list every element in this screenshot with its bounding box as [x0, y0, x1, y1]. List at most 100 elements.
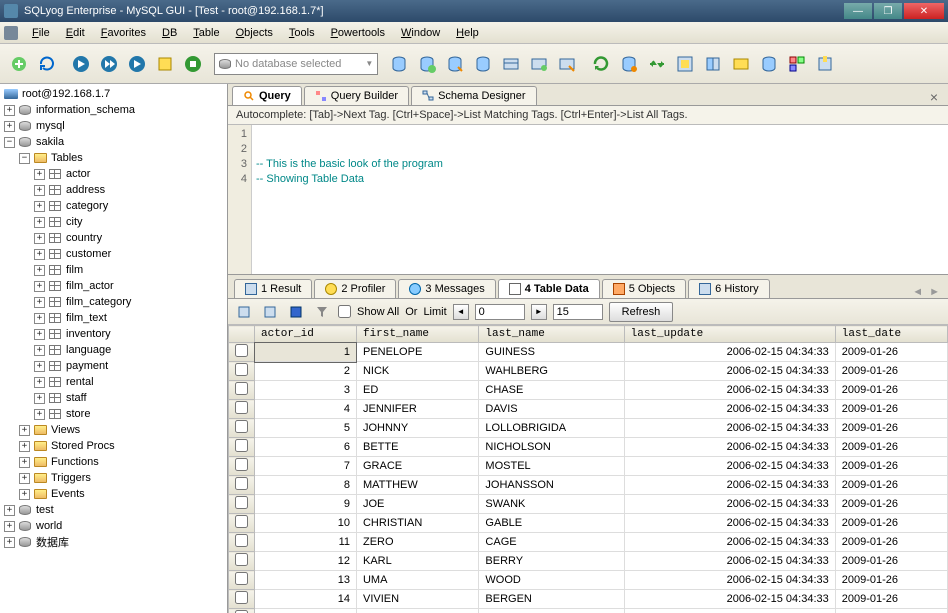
tree-toggle[interactable]: + [4, 121, 15, 132]
minimize-button[interactable]: — [844, 3, 872, 19]
cell[interactable]: CHRISTIAN [356, 514, 478, 533]
tree-table-category[interactable]: +category [0, 198, 227, 214]
cell[interactable]: CUBA [356, 609, 478, 613]
col-last_update[interactable]: last_update [624, 326, 835, 343]
cell[interactable]: 2006-02-15 04:34:33 [624, 419, 835, 438]
tree-toggle[interactable]: + [34, 281, 45, 292]
cell[interactable]: JENNIFER [356, 400, 478, 419]
export-button[interactable] [234, 302, 254, 322]
cell[interactable]: 2009-01-26 [835, 381, 947, 400]
tree-folder-views[interactable]: +Views [0, 422, 227, 438]
row-header[interactable] [229, 476, 255, 495]
tab-objects[interactable]: 5 Objects [602, 279, 686, 298]
table-row[interactable]: 3EDCHASE2006-02-15 04:34:332009-01-26 [229, 381, 948, 400]
col-last_name[interactable]: last_name [479, 326, 624, 343]
cell[interactable]: NICHOLSON [479, 438, 624, 457]
tab-query[interactable]: Query [232, 86, 302, 105]
cell[interactable]: 15 [255, 609, 357, 613]
tree-db-sakila[interactable]: −sakila [0, 134, 227, 150]
table-row[interactable]: 13UMAWOOD2006-02-15 04:34:332009-01-26 [229, 571, 948, 590]
tab-profiler[interactable]: 2 Profiler [314, 279, 396, 298]
cell[interactable]: 7 [255, 457, 357, 476]
tree-table-city[interactable]: +city [0, 214, 227, 230]
cell[interactable]: 2009-01-26 [835, 476, 947, 495]
cell[interactable]: 2006-02-15 04:34:33 [624, 457, 835, 476]
limit-from-input[interactable] [475, 304, 525, 320]
tab-result[interactable]: 1 Result [234, 279, 312, 298]
tree-toggle[interactable]: + [4, 105, 15, 116]
cell[interactable]: LOLLOBRIGIDA [479, 419, 624, 438]
tool-btn-7[interactable] [554, 51, 580, 77]
row-checkbox[interactable] [235, 553, 248, 566]
tree-table-inventory[interactable]: +inventory [0, 326, 227, 342]
cell[interactable]: 6 [255, 438, 357, 457]
table-row[interactable]: 9JOESWANK2006-02-15 04:34:332009-01-26 [229, 495, 948, 514]
tree-toggle[interactable]: + [19, 457, 30, 468]
limit-to-input[interactable] [553, 304, 603, 320]
tab-next-button[interactable]: ► [927, 286, 942, 298]
tree-toggle[interactable]: + [34, 313, 45, 324]
table-row[interactable]: 7GRACEMOSTEL2006-02-15 04:34:332009-01-2… [229, 457, 948, 476]
tab-history[interactable]: 6 History [688, 279, 769, 298]
row-header[interactable] [229, 590, 255, 609]
menu-tools[interactable]: Tools [281, 25, 323, 41]
cell[interactable]: 1 [255, 343, 357, 362]
cell[interactable]: ED [356, 381, 478, 400]
cell[interactable]: 13 [255, 571, 357, 590]
tool-btn-10[interactable] [644, 51, 670, 77]
cell[interactable]: BETTE [356, 438, 478, 457]
tree-table-film_text[interactable]: +film_text [0, 310, 227, 326]
table-row[interactable]: 10CHRISTIANGABLE2006-02-15 04:34:332009-… [229, 514, 948, 533]
tree-toggle[interactable]: + [4, 505, 15, 516]
cell[interactable]: 2009-01-26 [835, 362, 947, 381]
cell[interactable]: WOOD [479, 571, 624, 590]
row-header[interactable] [229, 343, 255, 362]
cell[interactable]: 2 [255, 362, 357, 381]
row-checkbox[interactable] [235, 420, 248, 433]
refresh-data-button[interactable]: Refresh [609, 302, 674, 322]
cell[interactable]: 3 [255, 381, 357, 400]
tab-table-data[interactable]: 4 Table Data [498, 279, 600, 298]
tool-btn-14[interactable] [756, 51, 782, 77]
tool-btn-16[interactable] [812, 51, 838, 77]
tree-toggle[interactable]: + [34, 169, 45, 180]
tab-schema-designer[interactable]: Schema Designer [411, 86, 536, 105]
cell[interactable]: 14 [255, 590, 357, 609]
tree-db-world[interactable]: +world [0, 518, 227, 534]
table-row[interactable]: 11ZEROCAGE2006-02-15 04:34:332009-01-26 [229, 533, 948, 552]
row-checkbox[interactable] [235, 439, 248, 452]
cell[interactable]: 2006-02-15 04:34:33 [624, 552, 835, 571]
tree-toggle[interactable]: + [34, 297, 45, 308]
menu-file[interactable]: File [24, 25, 58, 41]
cell[interactable]: 2006-02-15 04:34:33 [624, 476, 835, 495]
menu-window[interactable]: Window [393, 25, 448, 41]
tree-toggle[interactable]: + [4, 537, 15, 548]
code-area[interactable]: -- This is the basic look of the program… [252, 125, 447, 274]
row-checkbox[interactable] [235, 363, 248, 376]
tree-table-rental[interactable]: +rental [0, 374, 227, 390]
tree-toggle[interactable]: + [34, 185, 45, 196]
cell[interactable]: 10 [255, 514, 357, 533]
col-actor_id[interactable]: actor_id [255, 326, 357, 343]
cell[interactable]: 2009-01-26 [835, 609, 947, 613]
row-header[interactable] [229, 362, 255, 381]
tree-toggle[interactable]: + [34, 249, 45, 260]
save-button[interactable] [286, 302, 306, 322]
table-row[interactable]: 12KARLBERRY2006-02-15 04:34:332009-01-26 [229, 552, 948, 571]
menu-favorites[interactable]: Favorites [93, 25, 154, 41]
database-selector[interactable]: No database selected ▼ [214, 53, 378, 75]
row-header[interactable] [229, 495, 255, 514]
cell[interactable]: GUINESS [479, 343, 624, 362]
table-row[interactable]: 1PENELOPEGUINESS2006-02-15 04:34:332009-… [229, 343, 948, 362]
menu-db[interactable]: DB [154, 25, 185, 41]
tree-table-language[interactable]: +language [0, 342, 227, 358]
data-grid[interactable]: actor_idfirst_namelast_namelast_updatela… [228, 325, 948, 613]
tree-table-address[interactable]: +address [0, 182, 227, 198]
cell[interactable]: PENELOPE [356, 343, 478, 362]
tree-table-actor[interactable]: +actor [0, 166, 227, 182]
row-header[interactable] [229, 552, 255, 571]
cell[interactable]: 2006-02-15 04:34:33 [624, 400, 835, 419]
tree-table-store[interactable]: +store [0, 406, 227, 422]
tool-btn-5[interactable] [498, 51, 524, 77]
tree-toggle[interactable]: − [4, 137, 15, 148]
